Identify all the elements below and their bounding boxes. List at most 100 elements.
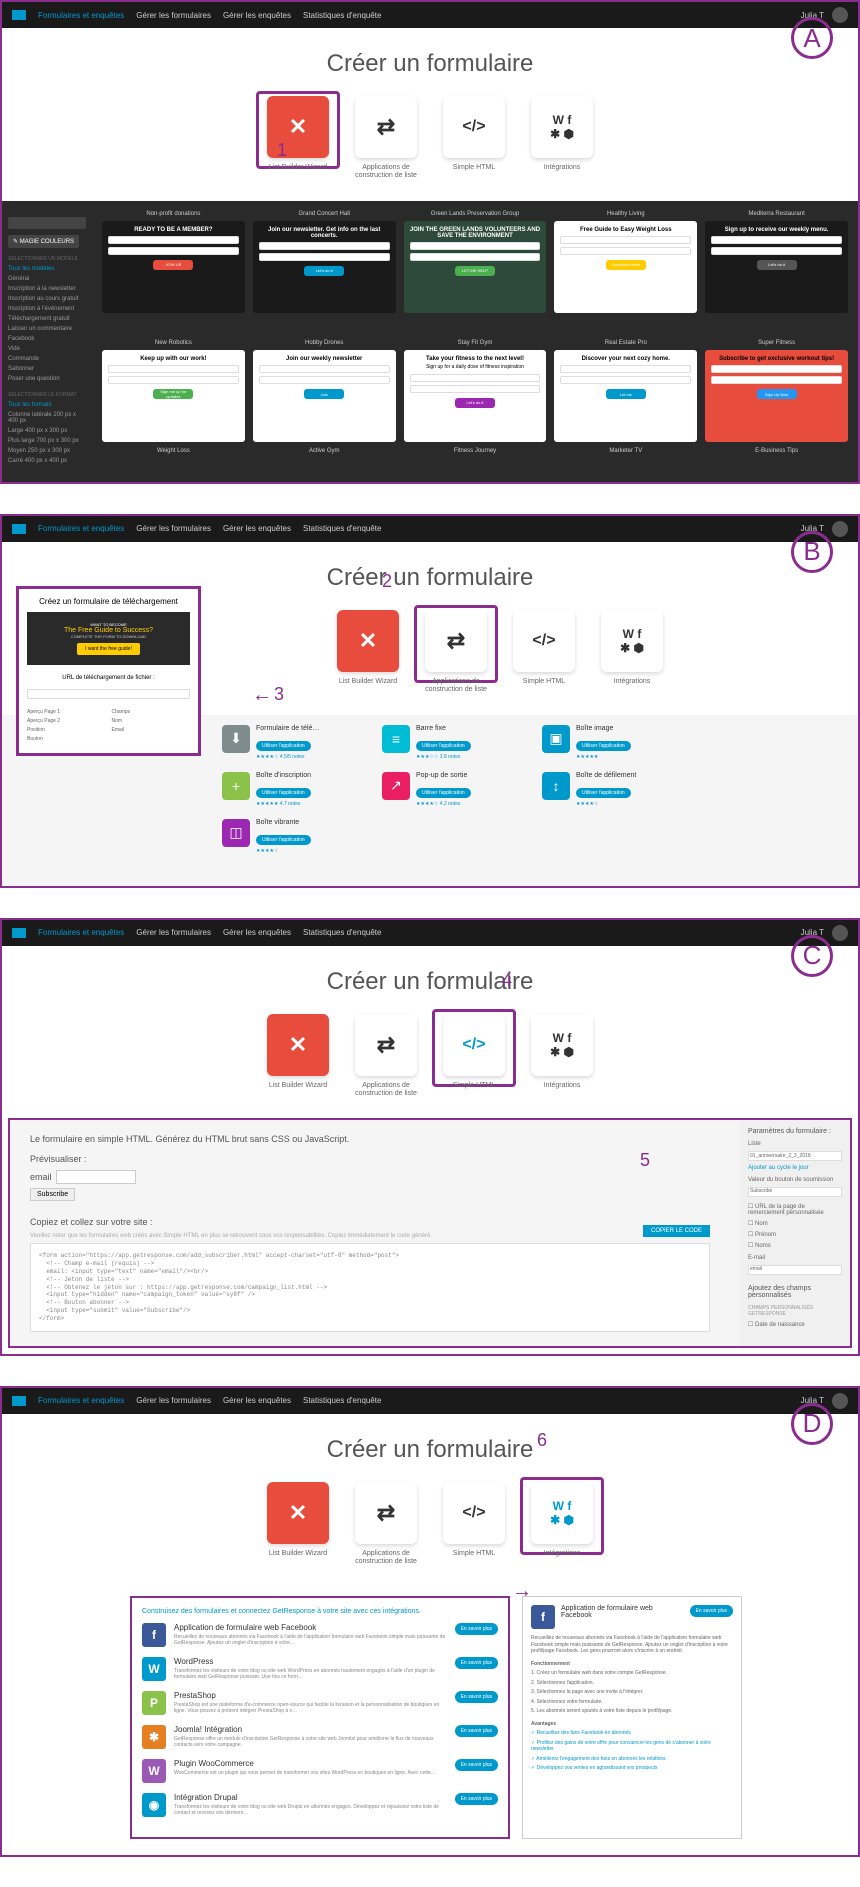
format-item[interactable]: Moyen 250 px x 300 px (8, 446, 86, 456)
learn-more-button[interactable]: En savoir plus (455, 1657, 498, 1669)
topbar: Formulaires et enquêtes Gérer les formul… (2, 920, 858, 946)
app-icon: ◫ (222, 819, 250, 847)
filter-item[interactable]: Inscription au cours gratuit (8, 294, 86, 304)
template-card[interactable]: Join our weekly newsletterJoin (253, 350, 396, 442)
use-app-button[interactable]: Utiliser l'application (416, 788, 471, 798)
code-block[interactable]: <form action="https://app.getresponse.co… (30, 1243, 710, 1331)
learn-more-button[interactable]: En savoir plus (455, 1725, 498, 1737)
app-item[interactable]: +Boîte d'inscriptionUtiliser l'applicati… (222, 772, 362, 807)
preview-cta[interactable]: I want the free guide! (77, 643, 140, 655)
nav-menu[interactable]: Formulaires et enquêtes (38, 11, 124, 20)
tile-apps[interactable]: ⇄Applications de construction de liste (349, 1014, 423, 1099)
code-icon: </> (443, 96, 505, 158)
format-item[interactable]: Large 400 px x 300 px (8, 426, 86, 436)
annotation-1: 1 (277, 140, 287, 161)
mail-icon (12, 10, 26, 20)
tile-wizard[interactable]: ✕List Builder Wizard (261, 1482, 335, 1567)
detail-button[interactable]: En savoir plus (690, 1605, 733, 1617)
search-input[interactable] (8, 217, 86, 229)
learn-more-button[interactable]: En savoir plus (455, 1793, 498, 1805)
copy-code-button[interactable]: COPIER LE CODE (643, 1225, 710, 1237)
template-card[interactable]: Free Guide to Easy Weight LossDownload N… (554, 221, 697, 313)
filter-item[interactable]: Facebook (8, 334, 86, 344)
filter-item[interactable]: Commande (8, 354, 86, 364)
app-item[interactable]: ≡Barre fixeUtiliser l'application★★★☆☆ 3… (382, 725, 522, 760)
email-input[interactable] (56, 1170, 136, 1184)
use-app-button[interactable]: Utiliser l'application (256, 835, 311, 845)
tile-wizard[interactable]: ✕ List Builder Wizard (261, 96, 335, 181)
email-label-input[interactable]: email (748, 1265, 842, 1275)
subscribe-button[interactable]: Subscribe (30, 1188, 75, 1201)
tile-integrations[interactable]: W f✱ ⬢Intégrations (525, 1014, 599, 1099)
tile-integrations[interactable]: W f✱ ⬢Intégrations (525, 96, 599, 181)
app-icon: ⬇ (222, 725, 250, 753)
use-app-button[interactable]: Utiliser l'application (256, 788, 311, 798)
learn-more-button[interactable]: En savoir plus (455, 1691, 498, 1703)
url-input[interactable] (27, 689, 190, 699)
template-card[interactable]: READY TO BE A MEMBER?JOIN US (102, 221, 245, 313)
avatar-icon[interactable] (832, 521, 848, 537)
format-item[interactable]: Carré 400 px x 400 px (8, 456, 86, 466)
filter-item[interactable]: Poser une question (8, 374, 86, 384)
integration-item[interactable]: PPrestaShopPrestaShop est une plateforme… (142, 1691, 498, 1715)
integration-item[interactable]: ◉Intégration DrupalTransformez les visit… (142, 1793, 498, 1817)
filter-item[interactable]: Téléchargement gratuit (8, 314, 86, 324)
filter-item[interactable]: Laisser un commentaire (8, 324, 86, 334)
tile-html[interactable]: </>Simple HTML (437, 96, 511, 181)
tile-html[interactable]: </>Simple HTML (437, 1482, 511, 1567)
template-card[interactable]: Keep up with our work!Sign me up for upd… (102, 350, 245, 442)
filter-item[interactable]: Sabonner (8, 364, 86, 374)
use-app-button[interactable]: Utiliser l'application (416, 741, 471, 751)
tile-integrations[interactable]: W f✱ ⬢Intégrations (525, 1482, 599, 1567)
tile-apps[interactable]: ⇄Applications de construction de liste (419, 610, 493, 695)
integration-item[interactable]: fApplication de formulaire web FacebookR… (142, 1623, 498, 1647)
liste-select[interactable]: 01_anniversaire_2_3_2018 (748, 1151, 842, 1161)
format-all[interactable]: Tous les formats (8, 400, 86, 410)
template-card[interactable]: Take your fitness to the next level!Sign… (404, 350, 547, 442)
tile-wizard[interactable]: ✕List Builder Wizard (331, 610, 405, 695)
filter-item[interactable]: Général (8, 274, 86, 284)
format-item[interactable]: Plus large 700 px x 300 px (8, 436, 86, 446)
submit-value-input[interactable]: Subscribe (748, 1187, 842, 1197)
nav-sub2[interactable]: Gérer les enquêtes (223, 11, 291, 20)
apps-icon: ⇄ (355, 96, 417, 158)
use-app-button[interactable]: Utiliser l'application (576, 741, 631, 751)
tile-wizard[interactable]: ✕List Builder Wizard (261, 1014, 335, 1099)
card-header: Non-profit donations (102, 211, 245, 217)
tile-apps[interactable]: ⇄Applications de construction de liste (349, 1482, 423, 1567)
format-item[interactable]: Colonne latérale 200 px x 400 px (8, 410, 86, 426)
avatar-icon[interactable] (832, 1393, 848, 1409)
learn-more-button[interactable]: En savoir plus (455, 1759, 498, 1771)
tile-apps[interactable]: ⇄Applications de construction de liste (349, 96, 423, 181)
nav-sub3[interactable]: Statistiques d'enquête (303, 11, 381, 20)
tile-integrations[interactable]: W f✱ ⬢Intégrations (595, 610, 669, 695)
use-app-button[interactable]: Utiliser l'application (576, 788, 631, 798)
app-item[interactable]: ⬇Formulaire de télé…Utiliser l'applicati… (222, 725, 362, 760)
app-item[interactable]: ↗Pop-up de sortieUtiliser l'application★… (382, 772, 522, 807)
tile-html[interactable]: </>Simple HTML (507, 610, 581, 695)
template-card[interactable]: Subscribe to get exclusive workout tips!… (705, 350, 848, 442)
tiles-row: ✕List Builder Wizard ⇄Applications de co… (142, 610, 858, 715)
filter-item[interactable]: Inscription à la newsletter (8, 284, 86, 294)
use-app-button[interactable]: Utiliser l'application (256, 741, 311, 751)
filter-item[interactable]: Vide (8, 344, 86, 354)
filter-all[interactable]: Tous les modèles (8, 264, 86, 274)
avatar-icon[interactable] (832, 7, 848, 23)
template-card[interactable]: Join our newsletter. Get info on the las… (253, 221, 396, 313)
integration-item[interactable]: WWordPressTransformez les visiteurs de v… (142, 1657, 498, 1681)
card-header: Stay Fit Gym (404, 340, 547, 346)
template-card[interactable]: JOIN THE GREEN LANDS VOLUNTEERS AND SAVE… (404, 221, 547, 313)
app-item[interactable]: ◫Boîte vibranteUtiliser l'application★★★… (222, 819, 362, 854)
app-item[interactable]: ▣Boîte imageUtiliser l'application★★★★★ (542, 725, 682, 760)
integration-item[interactable]: ✱Joomla! IntégrationGetResponse offre un… (142, 1725, 498, 1749)
template-card[interactable]: Discover your next cozy home.Let me (554, 350, 697, 442)
learn-more-button[interactable]: En savoir plus (455, 1623, 498, 1635)
app-item[interactable]: ↕Boîte de défilementUtiliser l'applicati… (542, 772, 682, 807)
tile-html[interactable]: </>Simple HTML (437, 1014, 511, 1099)
integration-item[interactable]: WPlugin WooCommerceWooCommerce est un pl… (142, 1759, 498, 1783)
avatar-icon[interactable] (832, 925, 848, 941)
nav-sub1[interactable]: Gérer les formulaires (136, 11, 211, 20)
template-card[interactable]: Sign up to receive our weekly menu.Let's… (705, 221, 848, 313)
filter-item[interactable]: Inscription à l'événement (8, 304, 86, 314)
magic-colors-button[interactable]: ✎ MAGIE COULEURS (8, 235, 79, 248)
